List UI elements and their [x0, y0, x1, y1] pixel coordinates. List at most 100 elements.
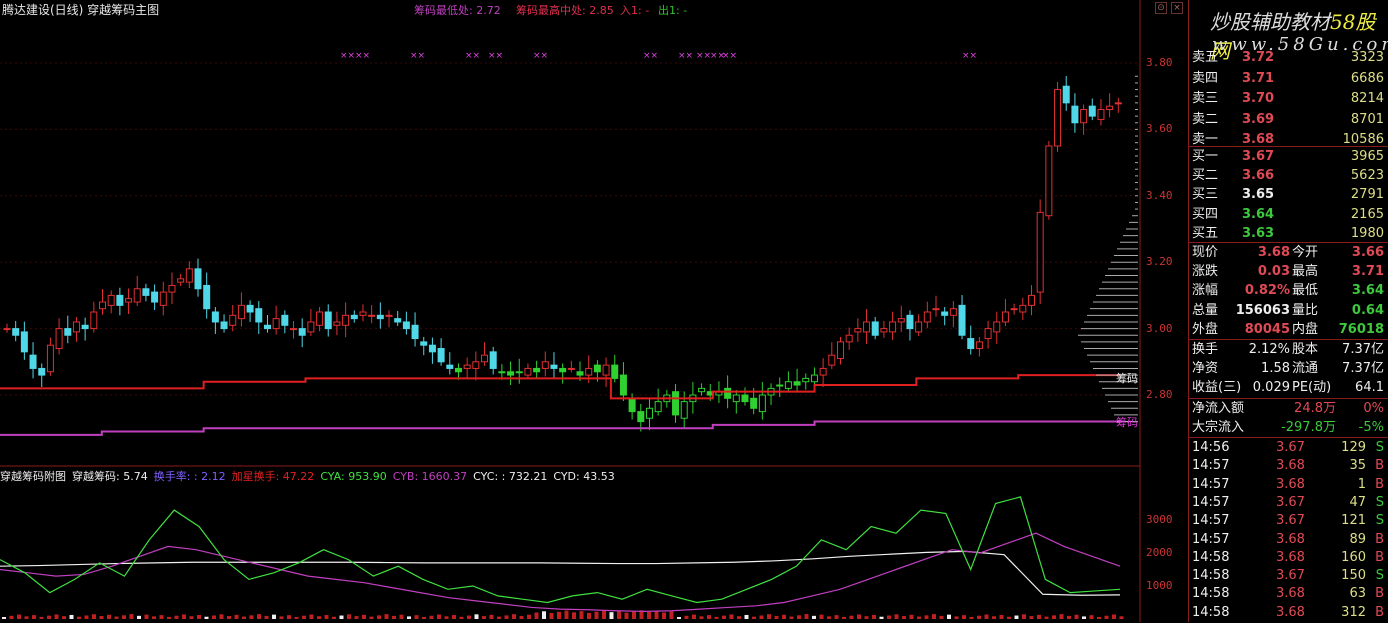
ask-label: 卖三 — [1192, 91, 1219, 106]
tick-time: 14:57 — [1192, 458, 1230, 474]
volume-bar — [294, 616, 299, 619]
volume-bar — [69, 614, 74, 619]
volume-bar — [234, 614, 239, 619]
volume-bar — [1044, 616, 1049, 619]
ask-price: 3.71 — [1242, 70, 1275, 86]
close-icon[interactable]: × — [1171, 2, 1183, 14]
volume-bar — [707, 615, 711, 619]
volume-bar — [152, 616, 156, 619]
candle-body — [220, 321, 228, 330]
ask-volume: 8214 — [1350, 91, 1384, 106]
tick-volume: 63 — [1349, 586, 1366, 602]
chip-label: 筹码 — [1116, 372, 1138, 385]
volume-bar — [9, 615, 14, 619]
candle-body — [99, 301, 107, 310]
volume-bar — [369, 616, 374, 619]
ask-price: 3.72 — [1242, 50, 1275, 65]
tick-price: 3.68 — [1276, 604, 1305, 620]
ask-row: 卖五 3.72 3323 — [1190, 48, 1386, 68]
volume-bar — [692, 614, 696, 619]
price-tick: 3.60 — [1146, 122, 1173, 136]
candle-body — [784, 381, 792, 389]
stat-value: 0.82% — [1244, 283, 1290, 299]
volume-bar — [287, 615, 291, 619]
candle-body — [342, 314, 350, 326]
signal-marker: ×× — [696, 51, 711, 61]
candle-body — [1010, 308, 1018, 311]
volume-bar — [722, 615, 726, 619]
volume-bar — [489, 614, 494, 619]
tick-row: 14:56 3.67 129 S — [1190, 438, 1386, 458]
volume-bar — [1067, 615, 1071, 619]
candle-body — [793, 381, 801, 386]
tick-side: B — [1375, 531, 1384, 547]
sub-indicator-values: 穿越筹码附图 穿越筹码: 5.74 换手率: : 2.12 加星换手: 47.22 CY… — [0, 468, 621, 484]
volume-bar — [137, 615, 141, 619]
stat-value: 3.68 — [1257, 245, 1290, 260]
candle-body — [133, 288, 141, 303]
ask-volume: 8701 — [1350, 111, 1384, 127]
bid-price: 3.63 — [1242, 225, 1275, 241]
stat-value: 0.64 — [1351, 302, 1384, 318]
candle-body — [64, 328, 72, 336]
volume-bar — [84, 615, 89, 619]
volume-bar — [407, 616, 411, 619]
volume-tick: 1000 — [1146, 579, 1173, 592]
ask-row: 卖三 3.70 8214 — [1190, 89, 1386, 109]
tick-time: 14:57 — [1192, 494, 1230, 510]
sub-indicator: 换手率: : 2.12 — [153, 470, 226, 483]
candle-body — [585, 367, 593, 376]
volume-bar — [17, 614, 21, 619]
volume-bar — [864, 616, 869, 619]
stat-value: 156063 — [1235, 302, 1290, 318]
volume-bar — [422, 616, 426, 619]
stat-row: 涨幅 0.82% 最低 3.64 — [1190, 281, 1386, 301]
tick-side: B — [1375, 549, 1384, 565]
candle-body — [654, 401, 662, 413]
candle-body — [863, 321, 871, 333]
candle-body — [1071, 105, 1079, 124]
kline-chart[interactable]: ×× ×× ×× ×× ×× ×× ×× ×× ×××××× ×× — [0, 0, 1188, 622]
stat-value: 64.1 — [1355, 380, 1384, 395]
volume-bar — [92, 614, 96, 619]
volume-bar — [2, 617, 6, 619]
volume-bar — [512, 614, 516, 619]
volume-bar — [767, 614, 771, 619]
volume-bar — [324, 615, 329, 619]
volume-bar — [437, 614, 441, 619]
tick-price: 3.68 — [1276, 586, 1305, 602]
volume-bar — [534, 612, 539, 619]
volume-bar — [1074, 614, 1079, 619]
stat-row: 涨跌 0.03 最高 3.71 — [1190, 262, 1386, 282]
bid-label: 买五 — [1192, 225, 1219, 241]
sub-indicator: CYC: : 732.21 — [473, 470, 548, 483]
tick-side: S — [1375, 440, 1384, 455]
volume-bar — [107, 614, 111, 619]
tick-volume: 1 — [1357, 476, 1366, 492]
volume-bar — [804, 614, 809, 619]
candle-body — [428, 344, 436, 353]
settings-icon[interactable]: ⊙ — [1155, 2, 1167, 14]
candle-body — [923, 311, 931, 323]
volume-bar — [549, 613, 554, 619]
bid-row: 买二 3.66 5623 — [1190, 166, 1386, 186]
volume-bar — [714, 616, 719, 619]
stat-label: 外盘 — [1192, 321, 1219, 337]
volume-bar — [602, 610, 606, 619]
volume-bar — [114, 616, 119, 619]
volume-bar — [54, 614, 59, 619]
volume-bar — [932, 614, 936, 619]
volume-bar — [1112, 614, 1116, 619]
volume-bar — [699, 616, 704, 619]
bid-volume: 2165 — [1350, 206, 1384, 222]
volume-bar — [542, 611, 546, 619]
ask-label: 卖四 — [1192, 70, 1219, 86]
ask-label: 卖五 — [1192, 50, 1219, 65]
candle-body — [237, 304, 245, 320]
candle-body — [211, 311, 219, 323]
tick-time: 14:58 — [1192, 549, 1230, 565]
signal-marker: ×× — [533, 51, 548, 61]
candle-body — [3, 328, 11, 331]
ask-volume: 3323 — [1350, 50, 1384, 65]
signal-marker: ×× — [678, 51, 693, 61]
